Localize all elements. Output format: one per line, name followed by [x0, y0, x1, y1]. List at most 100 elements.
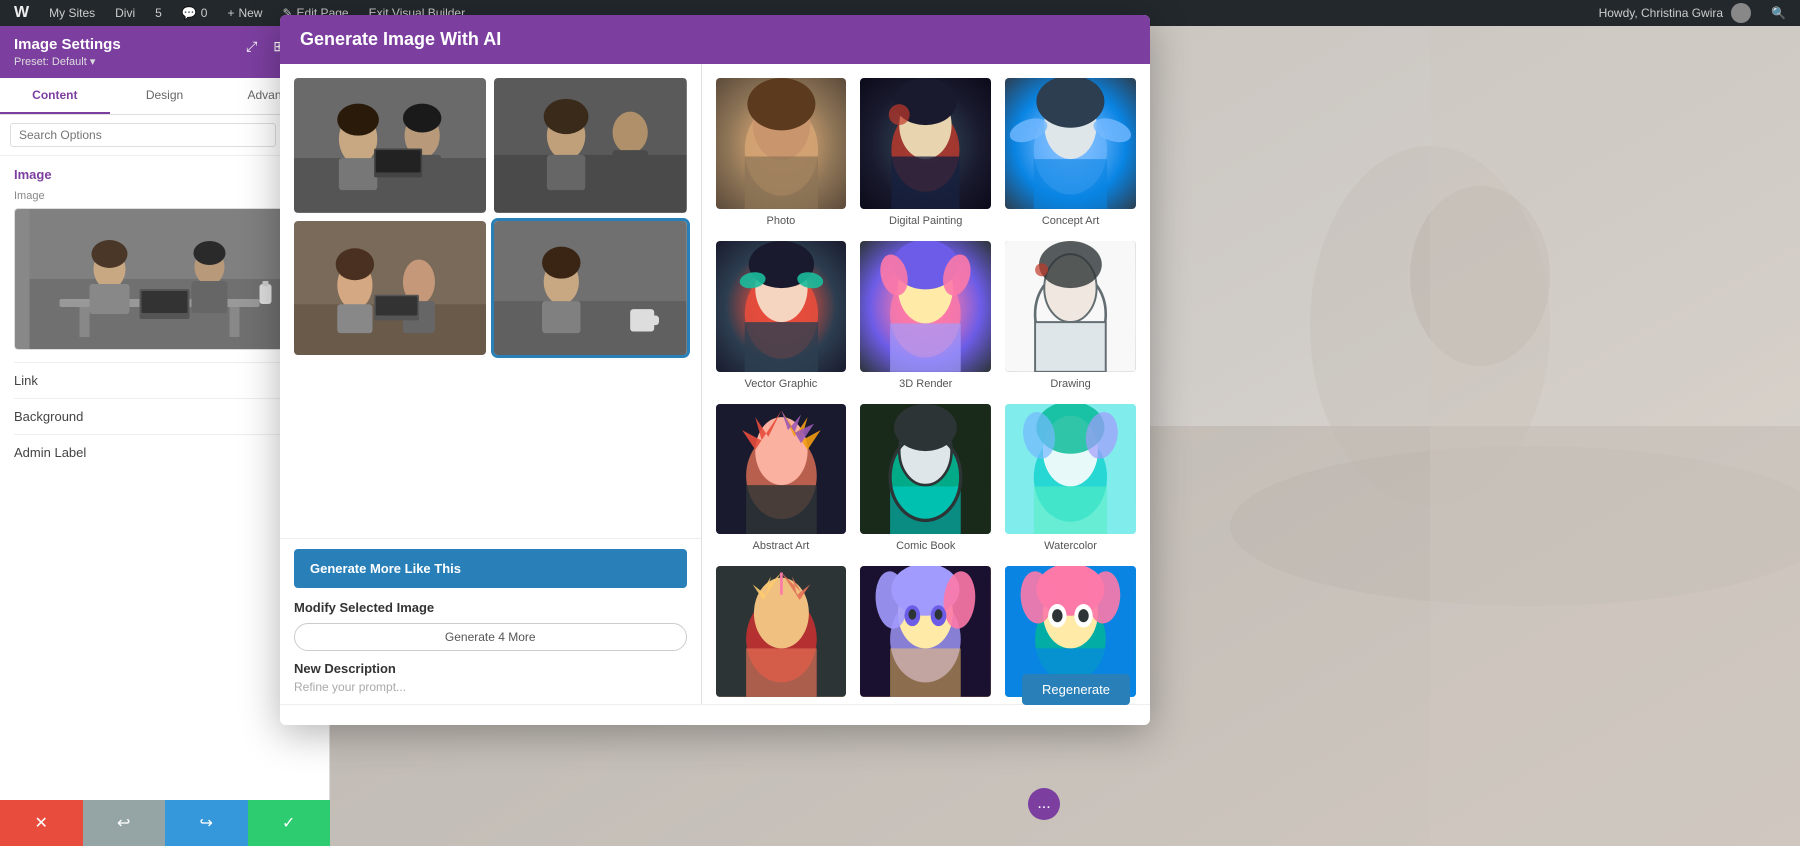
image-preview-placeholder: [15, 209, 314, 349]
style-thumb-painting: [716, 566, 847, 697]
link-section[interactable]: Link ▾: [14, 362, 315, 398]
modal-image-2[interactable]: [494, 78, 686, 213]
admin-label-section[interactable]: Admin Label ▾: [14, 434, 315, 470]
check-icon: ✓: [282, 813, 295, 833]
style-thumb-concept: [1005, 78, 1136, 209]
modal-image-3[interactable]: [294, 221, 486, 356]
style-painting[interactable]: Painting: [716, 566, 847, 704]
style-thumb-photo: [716, 78, 847, 209]
style-thumb-comic: [860, 404, 991, 535]
plus-icon: +: [227, 6, 234, 20]
counter-item[interactable]: 5: [149, 0, 168, 26]
style-comic-book[interactable]: Comic Book: [860, 404, 991, 553]
generate-more-button[interactable]: Generate More Like This: [294, 549, 687, 588]
undo-icon: ↩: [117, 813, 130, 833]
style-watercolor[interactable]: Watercolor: [1005, 404, 1136, 553]
modal-img-placeholder-3: [294, 221, 486, 356]
image-section-header: Image ▲ ⋮: [14, 166, 315, 182]
style-thumb-anime: [860, 566, 991, 697]
bubble-icon: 💬: [182, 6, 197, 20]
divi-menu[interactable]: Divi: [109, 0, 141, 26]
modal-images-area: [280, 64, 701, 538]
style-digital-label: Digital Painting: [889, 215, 962, 227]
ai-modal-header: Generate Image With AI: [280, 15, 1150, 64]
refine-prompt-text: Refine your prompt...: [294, 680, 687, 694]
admin-label-text: Admin Label: [14, 445, 86, 460]
style-thumb-watercolor: [1005, 404, 1136, 535]
modal-img-placeholder-2: [494, 78, 686, 213]
my-sites-label: My Sites: [49, 6, 95, 20]
style-3d-label: 3D Render: [899, 378, 952, 390]
modal-image-grid: [294, 78, 687, 355]
comments-item[interactable]: 💬 0: [176, 0, 214, 26]
search-options-input[interactable]: [10, 123, 276, 147]
preview-svg: [15, 209, 314, 349]
style-thumb-digital: [860, 78, 991, 209]
style-thumb-abstract: [716, 404, 847, 535]
my-sites-menu[interactable]: My Sites: [43, 0, 101, 26]
ai-modal-body: Generate More Like This Modify Selected …: [280, 64, 1150, 704]
image-preview: [14, 208, 315, 350]
modal-styles-panel: Photo: [701, 64, 1151, 704]
style-thumb-drawing: [1005, 241, 1136, 372]
tab-design[interactable]: Design: [110, 78, 220, 114]
style-abstract-art[interactable]: Abstract Art: [716, 404, 847, 553]
style-digital-painting[interactable]: Digital Painting: [860, 78, 991, 227]
tab-content[interactable]: Content: [0, 78, 110, 114]
style-vector-graphic[interactable]: Vector Graphic: [716, 241, 847, 390]
ai-modal: Generate Image With AI: [280, 15, 1150, 725]
style-abstract-label: Abstract Art: [752, 540, 809, 552]
style-vector-label: Vector Graphic: [745, 378, 818, 390]
modal-img-placeholder-1: [294, 78, 486, 213]
modal-image-1[interactable]: [294, 78, 486, 213]
regenerate-button[interactable]: Regenerate: [1022, 674, 1130, 705]
style-grid: Photo: [716, 78, 1137, 704]
modal-img-placeholder-4: [494, 221, 686, 356]
style-photo-label: Photo: [767, 215, 796, 227]
three-dots-button[interactable]: ...: [1028, 788, 1060, 820]
style-thumb-vector: [716, 241, 847, 372]
wordpress-icon: W: [14, 4, 29, 22]
comments-count: 0: [201, 6, 208, 20]
style-thumb-3d: [860, 241, 991, 372]
modal-left-content: Generate More Like This Modify Selected …: [280, 64, 701, 704]
scene-svg-2: [494, 78, 686, 213]
style-concept-label: Concept Art: [1042, 215, 1099, 227]
style-photo[interactable]: Photo: [716, 78, 847, 227]
redo-button[interactable]: ↪: [165, 800, 248, 846]
style-drawing-label: Drawing: [1050, 378, 1090, 390]
modal-controls-area: Generate More Like This Modify Selected …: [280, 538, 701, 704]
avatar: [1731, 3, 1751, 23]
image-section-title: Image: [14, 167, 52, 182]
wp-logo[interactable]: W: [8, 0, 35, 26]
new-item[interactable]: + New: [221, 0, 268, 26]
modal-footer: Regenerate: [280, 704, 1150, 725]
confirm-button[interactable]: ✓: [248, 800, 331, 846]
modal-image-4[interactable]: [494, 221, 686, 356]
style-watercolor-label: Watercolor: [1044, 540, 1097, 552]
undo-button[interactable]: ↩: [83, 800, 166, 846]
divi-label: Divi: [115, 6, 135, 20]
counter-value: 5: [155, 6, 162, 20]
user-greeting[interactable]: Howdy, Christina Gwira: [1593, 3, 1757, 23]
scene-svg-1: [294, 78, 486, 213]
image-label: Image: [14, 190, 315, 202]
modify-label: Modify Selected Image: [294, 600, 687, 615]
cancel-button[interactable]: ✕: [0, 800, 83, 846]
style-concept-art[interactable]: Concept Art: [1005, 78, 1136, 227]
ai-modal-title: Generate Image With AI: [300, 29, 501, 49]
background-section[interactable]: Background ▾: [14, 398, 315, 434]
new-desc-label: New Description: [294, 661, 687, 676]
panel-expand-btn[interactable]: ⤢: [242, 36, 261, 57]
scene-svg-3: [294, 221, 486, 356]
background-label: Background: [14, 409, 83, 424]
style-comic-label: Comic Book: [896, 540, 955, 552]
style-anime[interactable]: Anime ✓: [860, 566, 991, 704]
style-drawing[interactable]: Drawing: [1005, 241, 1136, 390]
generate4-button[interactable]: Generate 4 More: [294, 623, 687, 651]
image-section: Image ▲ ⋮ Image: [14, 166, 315, 350]
greeting-text: Howdy, Christina Gwira: [1599, 6, 1723, 20]
link-label: Link: [14, 373, 38, 388]
style-3d-render[interactable]: 3D Render: [860, 241, 991, 390]
search-admin-icon[interactable]: 🔍: [1765, 6, 1792, 20]
